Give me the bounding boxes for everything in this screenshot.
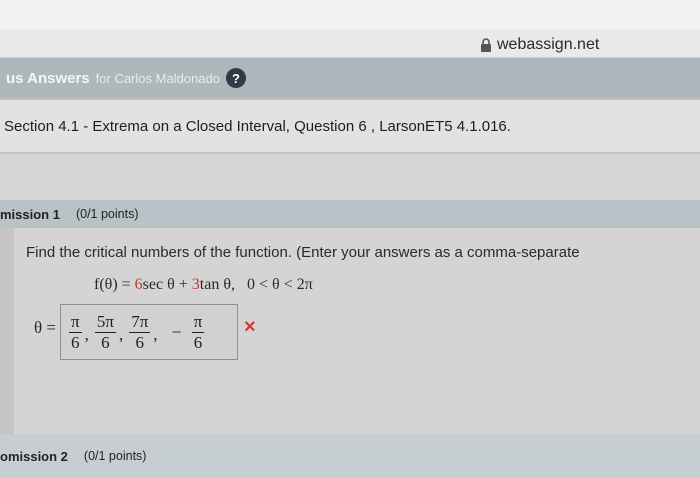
submission-points: (0/1 points)	[83, 449, 147, 463]
term-1: sec θ +	[142, 276, 192, 293]
url-bar[interactable]: webassign.net	[0, 30, 700, 58]
answer-separator: ,	[84, 325, 89, 344]
function-lhs: f(θ) =	[94, 276, 135, 293]
answer-label: θ =	[34, 318, 56, 337]
coef-2: 3	[191, 276, 200, 293]
submission-1-header: mission 1 (0/1 points)	[0, 200, 700, 228]
section-gap	[0, 154, 700, 200]
answers-user: for Carlos Maldonado	[95, 70, 220, 86]
submission-label: mission 1	[0, 206, 60, 222]
answer-fraction: 5π 6	[94, 311, 116, 352]
browser-top-strip	[0, 0, 700, 30]
answer-minus: −	[171, 321, 182, 342]
term-2: tan θ,	[199, 276, 236, 293]
answer-fraction: π 6	[191, 311, 205, 352]
submission-points: (0/1 points)	[75, 207, 139, 221]
coef-1: 6	[134, 276, 143, 293]
section-title: Section 4.1 - Extrema on a Closed Interv…	[4, 117, 511, 135]
lock-icon	[481, 38, 491, 52]
submission-2-header: omission 2 (0/1 points)	[0, 434, 700, 478]
question-prompt: Find the critical numbers of the functio…	[26, 244, 580, 261]
answer-separator: ,	[153, 325, 158, 344]
answers-title: us Answers	[6, 69, 90, 87]
answer-input[interactable]: π 6 , 5π 6 , 7π 6 , − π 6	[60, 304, 238, 360]
function-expression: f(θ) = 6sec θ + 3tan θ, 0 < θ < 2π	[94, 276, 313, 294]
answer-fraction: π 6	[69, 311, 82, 352]
interval: 0 < θ < 2π	[247, 276, 313, 293]
question-body: Find the critical numbers of the functio…	[0, 228, 700, 434]
url-display[interactable]: webassign.net	[480, 36, 599, 54]
submission-label: omission 2	[0, 448, 68, 464]
url-text: webassign.net	[497, 36, 600, 53]
section-header: Section 4.1 - Extrema on a Closed Interv…	[0, 98, 700, 154]
answer-fraction: 7π 6	[129, 311, 151, 352]
answers-header: us Answers for Carlos Maldonado ?	[0, 58, 700, 98]
help-icon[interactable]: ?	[225, 68, 246, 88]
incorrect-icon: ×	[244, 316, 256, 338]
answer-separator: ,	[118, 325, 124, 344]
